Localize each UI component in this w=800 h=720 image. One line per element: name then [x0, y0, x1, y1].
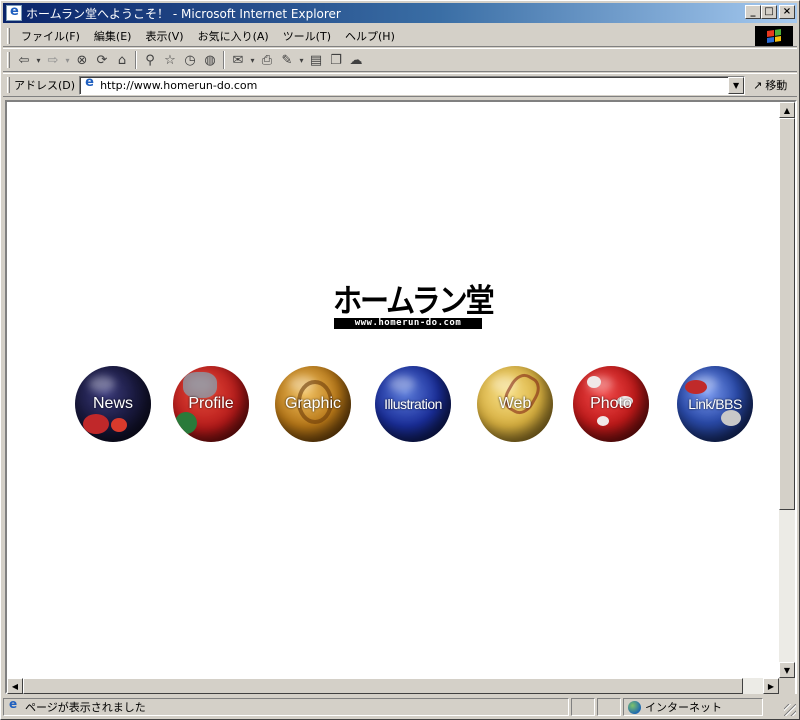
- menu-edit[interactable]: 編集(E): [87, 28, 139, 44]
- nav-illustration[interactable]: Illustration: [375, 366, 451, 442]
- mail-dropdown-icon[interactable]: ▾: [248, 51, 257, 69]
- messenger-icon[interactable]: ☁: [346, 51, 366, 69]
- nav-web-label: Web: [498, 395, 532, 412]
- discuss-icon[interactable]: ▤: [306, 51, 326, 69]
- status-message-area: ページが表示されました: [3, 697, 569, 716]
- nav-profile[interactable]: Profile: [173, 366, 249, 442]
- page-viewport: ホームラン堂 www.homerun-do.com News Profile G…: [5, 100, 797, 694]
- horizontal-scroll-thumb[interactable]: [23, 678, 743, 694]
- nav-link-bbs-label: Link/BBS: [688, 396, 742, 412]
- status-cell: [597, 698, 621, 716]
- logo-url: www.homerun-do.com: [334, 318, 482, 329]
- globe-icon: [628, 700, 641, 714]
- page-done-icon: [7, 697, 21, 714]
- close-button[interactable]: ×: [779, 5, 795, 19]
- status-message: ページが表示されました: [25, 701, 146, 714]
- menu-bar: ファイル(F) 編集(E) 表示(V) お気に入り(A) ツール(T) ヘルプ(…: [3, 25, 797, 47]
- toolbar-grip[interactable]: [7, 52, 10, 68]
- toolbar-separator: [135, 51, 137, 69]
- vertical-scroll-thumb[interactable]: [779, 118, 795, 510]
- go-button[interactable]: ↗ 移動: [753, 77, 787, 93]
- resize-grip-icon[interactable]: [784, 704, 796, 716]
- window-controls: _ □ ×: [745, 5, 795, 19]
- edit-dropdown-icon[interactable]: ▾: [297, 51, 306, 69]
- toolbar-separator: [223, 51, 225, 69]
- history-icon[interactable]: ◷: [180, 51, 200, 69]
- menu-grip[interactable]: [7, 27, 10, 44]
- nav-photo-label: Photo: [590, 395, 632, 412]
- ie-icon: [6, 4, 22, 21]
- scroll-left-icon[interactable]: ◀: [7, 678, 23, 694]
- nav-news-label: News: [92, 395, 133, 412]
- media-icon[interactable]: ◍: [200, 51, 220, 69]
- scroll-right-icon[interactable]: ▶: [763, 678, 779, 694]
- address-dropdown-icon[interactable]: ▼: [728, 76, 745, 94]
- forward-icon[interactable]: ⇨: [43, 51, 63, 69]
- security-zone[interactable]: インターネット: [623, 698, 763, 716]
- menu-favorites[interactable]: お気に入り(A): [191, 28, 276, 44]
- status-bar: ページが表示されました インターネット: [3, 697, 797, 717]
- nav-graphic[interactable]: Graphic: [275, 366, 351, 442]
- refresh-icon[interactable]: ⟳: [92, 51, 112, 69]
- windows-logo-icon: [755, 26, 793, 46]
- back-icon[interactable]: ⇦: [14, 51, 34, 69]
- mail-icon[interactable]: ✉: [228, 51, 248, 69]
- nav-profile-label: Profile: [188, 395, 234, 412]
- forward-dropdown-icon[interactable]: ▾: [63, 51, 72, 69]
- window-title: ホームラン堂へようこそ！ - Microsoft Internet Explor…: [26, 6, 341, 21]
- research-icon[interactable]: ❐: [326, 51, 346, 69]
- address-bar: アドレス(D) http://www.homerun-do.com ▼ ↗ 移動: [3, 73, 797, 97]
- menu-view[interactable]: 表示(V): [138, 28, 190, 44]
- page-icon: [83, 75, 97, 92]
- scrollbar-corner: [779, 678, 795, 694]
- horizontal-scrollbar[interactable]: ◀ ▶: [7, 678, 779, 694]
- zone-label: インターネット: [645, 701, 722, 714]
- nav-photo[interactable]: Photo: [573, 366, 649, 442]
- address-url[interactable]: http://www.homerun-do.com: [100, 79, 257, 92]
- scroll-up-icon[interactable]: ▲: [779, 102, 795, 118]
- menu-file[interactable]: ファイル(F): [14, 28, 87, 44]
- address-grip[interactable]: [7, 77, 10, 93]
- nav-web[interactable]: Web: [477, 366, 553, 442]
- minimize-button[interactable]: _: [745, 5, 761, 19]
- home-icon[interactable]: ⌂: [112, 51, 132, 69]
- go-arrow-icon: ↗: [753, 78, 763, 92]
- search-icon[interactable]: ⚲: [140, 51, 160, 69]
- status-cell: [571, 698, 595, 716]
- vertical-scrollbar[interactable]: ▲ ▼: [779, 102, 795, 678]
- menu-help[interactable]: ヘルプ(H): [338, 28, 402, 44]
- scroll-down-icon[interactable]: ▼: [779, 662, 795, 678]
- title-bar[interactable]: ホームラン堂へようこそ！ - Microsoft Internet Explor…: [3, 3, 797, 23]
- standard-toolbar: ⇦ ▾ ⇨ ▾ ⊗ ⟳ ⌂ ⚲ ☆ ◷ ◍ ✉ ▾ ⎙ ✎ ▾ ▤ ❐ ☁: [3, 48, 797, 72]
- go-label: 移動: [765, 79, 788, 92]
- address-label: アドレス(D): [14, 79, 76, 92]
- print-icon[interactable]: ⎙: [257, 51, 277, 69]
- nav-illustration-label: Illustration: [384, 396, 442, 412]
- nav-news[interactable]: News: [75, 366, 151, 442]
- back-dropdown-icon[interactable]: ▾: [34, 51, 43, 69]
- logo-title: ホームラン堂: [333, 281, 495, 320]
- favorites-icon[interactable]: ☆: [160, 51, 180, 69]
- nav-graphic-label: Graphic: [284, 395, 342, 412]
- browser-window: ホームラン堂へようこそ！ - Microsoft Internet Explor…: [0, 0, 800, 720]
- address-input[interactable]: http://www.homerun-do.com ▼: [79, 75, 746, 95]
- nav-link-bbs[interactable]: Link/BBS: [677, 366, 753, 442]
- edit-icon[interactable]: ✎: [277, 51, 297, 69]
- menu-tools[interactable]: ツール(T): [276, 28, 338, 44]
- stop-icon[interactable]: ⊗: [72, 51, 92, 69]
- page-content: ホームラン堂 www.homerun-do.com News Profile G…: [7, 102, 779, 678]
- site-logo: ホームラン堂 www.homerun-do.com: [333, 281, 495, 330]
- maximize-button[interactable]: □: [761, 5, 777, 19]
